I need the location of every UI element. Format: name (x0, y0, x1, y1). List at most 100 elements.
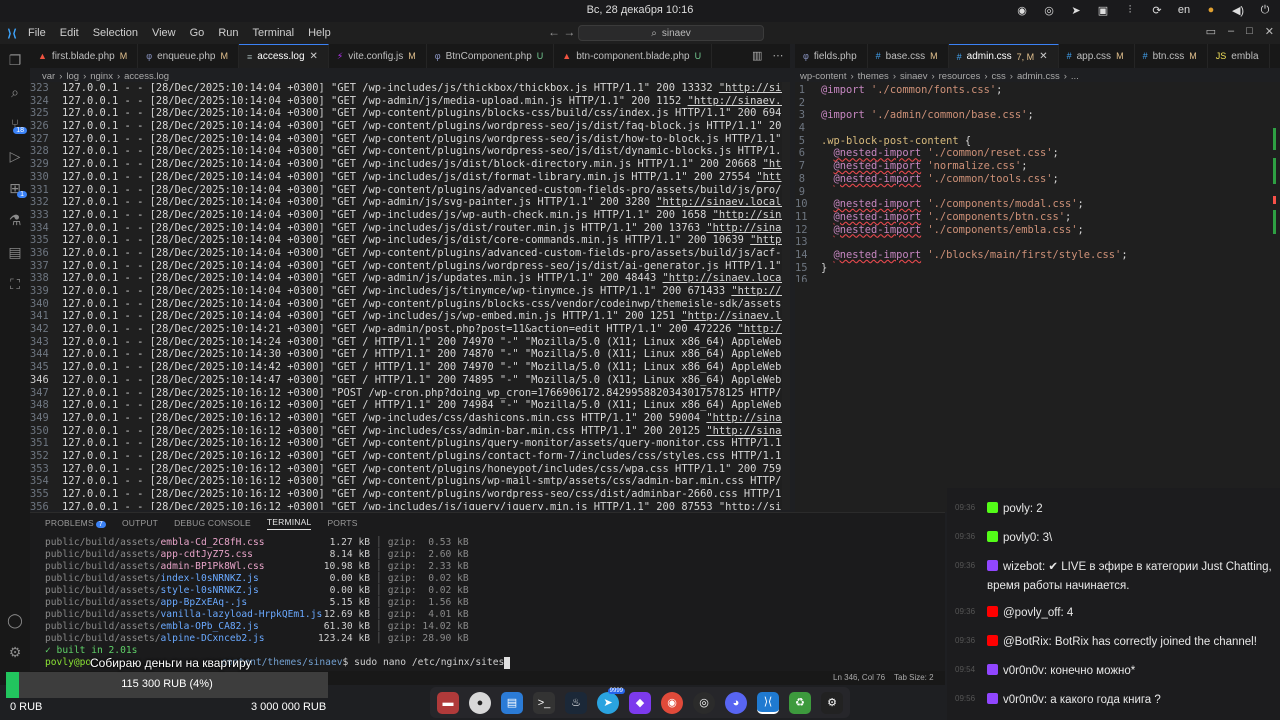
tabs_right-tab[interactable]: # base.css M (868, 44, 949, 68)
chat-username[interactable]: @BotRix (1003, 636, 1049, 648)
chat-username[interactable]: povly0 (1003, 532, 1036, 544)
maximize-button[interactable]: □ (1246, 25, 1253, 38)
tabs_right-tab[interactable]: # btn.css M (1135, 44, 1208, 68)
menu-view[interactable]: View (152, 27, 176, 39)
split-editor-icon[interactable]: ▥ (752, 49, 762, 62)
tabs_left-tab[interactable]: φ BtnComponent.php U (427, 44, 555, 68)
breadcrumb-item[interactable]: themes (858, 71, 889, 82)
close-tab-icon[interactable]: ✕ (1039, 51, 1047, 62)
chrome-app-icon[interactable]: ◉ (661, 691, 683, 714)
panel-tab-terminal[interactable]: TERMINAL (266, 517, 312, 530)
app-tray-icon[interactable]: ◎ (1042, 3, 1056, 17)
menu-help[interactable]: Help (308, 27, 331, 39)
breadcrumb-item[interactable]: access.log (124, 71, 169, 82)
log-referrer-link[interactable]: "http://sinaev.local/ (706, 222, 790, 235)
command-center-search[interactable]: ⌕ sinaev (578, 25, 764, 41)
nav-back-forward[interactable]: ← → (548, 25, 575, 39)
steam-app-icon[interactable]: ♨ (565, 691, 587, 714)
chat-username[interactable]: v0r0n0v (1003, 665, 1044, 677)
more-actions-icon[interactable]: ⋯ (772, 49, 783, 62)
chat-username[interactable]: @povly_off (1003, 607, 1061, 619)
run-debug-icon[interactable]: ▷ (0, 140, 30, 172)
log-referrer-link[interactable]: "http://sinaev.loca (719, 501, 790, 510)
mixer-tray-icon[interactable]: ⫶ (1123, 3, 1137, 17)
log-referrer-link[interactable]: "http://sinaev.local/wp- (719, 82, 790, 95)
tabs_right-tab[interactable]: # app.css M (1059, 44, 1135, 68)
menu-file[interactable]: File (28, 27, 46, 39)
breadcrumb-item[interactable]: admin.css (1017, 71, 1060, 82)
tabs_right-tab[interactable]: φ fields.php (795, 44, 868, 68)
log-referrer-link[interactable]: "http://sinaev.local/ (706, 412, 790, 425)
tabs_right-tab[interactable]: JS embla (1208, 44, 1270, 68)
vscode-app-icon[interactable]: ⟩⟨ (757, 691, 779, 714)
admin-css-editor-empty[interactable] (795, 282, 1280, 512)
panel-tab-debug-console[interactable]: DEBUG CONSOLE (174, 518, 251, 528)
text-editor-app-icon[interactable]: ▤ (501, 691, 523, 714)
tabs_left-tab[interactable]: ≡ access.log ✕ (239, 44, 329, 68)
language-indicator[interactable]: en (1177, 3, 1191, 17)
obs-app-icon[interactable]: ● (469, 691, 491, 714)
tabs_left-tab[interactable]: ▲ btn-component.blade.php U (554, 44, 713, 68)
obsidian-app-icon[interactable]: ◆ (629, 691, 651, 714)
microphone-icon[interactable]: ● (1204, 3, 1218, 17)
chat-username[interactable]: povly (1003, 503, 1030, 515)
source-control-icon[interactable]: ⑂ 18 (0, 108, 30, 140)
admin-css-editor[interactable]: 1 @import './common/fonts.css'; 2 3 @import … (795, 82, 1280, 286)
breadcrumb-item[interactable]: resources (939, 71, 981, 82)
log-referrer-link[interactable]: "http://sinaev.local/wp (688, 95, 790, 108)
terminal-app-icon[interactable]: >_ (533, 691, 555, 714)
breadcrumb-item[interactable]: wp-content (800, 71, 846, 82)
files-app-icon[interactable]: ▬ (437, 691, 459, 714)
log-referrer-link[interactable]: "http://sinaev.local/wp-admir (656, 196, 790, 209)
breadcrumb-item[interactable]: ... (1071, 71, 1079, 82)
breadcrumb-item[interactable]: log (66, 71, 79, 82)
chat-username[interactable]: wizebot (1003, 561, 1042, 573)
menu-edit[interactable]: Edit (60, 27, 79, 39)
chat-username[interactable]: v0r0n0v (1003, 694, 1044, 706)
account-icon[interactable]: ◯ (0, 604, 30, 636)
discord-tray-icon[interactable]: ◉ (1015, 3, 1029, 17)
search-view-icon[interactable]: ⌕ (0, 76, 30, 108)
menu-selection[interactable]: Selection (93, 27, 138, 39)
log-referrer-link[interactable]: "http://sinaev.local/ (706, 425, 790, 438)
panel-tab-ports[interactable]: PORTS (327, 518, 357, 528)
telegram-tray-icon[interactable]: ➤ (1069, 3, 1083, 17)
breadcrumb-item[interactable]: nginx (90, 71, 113, 82)
layout-icon[interactable]: ▭ (1206, 25, 1216, 38)
power-icon[interactable]: ⏻ (1258, 3, 1272, 17)
tabs_left-tab[interactable]: φ enqueue.php M (138, 44, 239, 68)
recycle-app-icon[interactable]: ♻ (789, 691, 811, 714)
extensions-icon[interactable]: ⊞ 1 (0, 172, 30, 204)
testing-icon[interactable]: ⚗ (0, 204, 30, 236)
close-window-button[interactable]: ✕ (1265, 25, 1274, 38)
docker-icon[interactable]: ⛶ (0, 268, 30, 300)
tabs_right-tab[interactable]: # admin.css 7, M ✕ (948, 44, 1059, 68)
log-referrer-link[interactable]: "http://sinaev.local/wp-admi (663, 272, 790, 285)
tabs_left-tab[interactable]: ⚡ vite.config.js M (329, 44, 427, 68)
breadcrumb-item[interactable]: var (42, 71, 55, 82)
obs-tray-icon[interactable]: ▣ (1096, 3, 1110, 17)
panel-tab-output[interactable]: OUTPUT (122, 518, 158, 528)
minimize-button[interactable]: – (1228, 25, 1234, 38)
tabs_left-tab[interactable]: ▲ first.blade.php M (30, 44, 139, 68)
access-log-editor[interactable]: 323 127.0.0.1 - - [28/Dec/2025:10:14:04 +… (30, 82, 790, 510)
status-cursor-position[interactable]: Ln 346, Col 76 (833, 673, 885, 682)
telegram-app-icon[interactable]: ➤ 9999 (597, 687, 625, 714)
settings-app-icon[interactable]: ⚙ (821, 691, 843, 714)
menu-go[interactable]: Go (190, 27, 205, 39)
log-referrer-link[interactable]: "http://sinaev.local (713, 209, 790, 222)
sync-tray-icon[interactable]: ⟳ (1150, 3, 1164, 17)
menu-terminal[interactable]: Terminal (253, 27, 295, 39)
panel-tab-problems[interactable]: PROBLEMS 7 (45, 518, 106, 528)
log-editor-scrollbar[interactable] (782, 82, 790, 510)
app-icon[interactable]: ◎ (693, 691, 715, 714)
remote-explorer-icon[interactable]: ▤ (0, 236, 30, 268)
close-tab-icon[interactable]: ✕ (310, 51, 318, 62)
discord-app-icon[interactable]: ◕ (725, 691, 747, 714)
explorer-icon[interactable]: ❐ (0, 44, 30, 76)
menu-run[interactable]: Run (218, 27, 238, 39)
volume-icon[interactable]: ◀) (1231, 3, 1245, 17)
breadcrumb-item[interactable]: sinaev (900, 71, 927, 82)
status-tab-size[interactable]: Tab Size: 2 (894, 673, 934, 682)
log-referrer-link[interactable]: "http://sinaev.local/wp-a (681, 310, 790, 323)
